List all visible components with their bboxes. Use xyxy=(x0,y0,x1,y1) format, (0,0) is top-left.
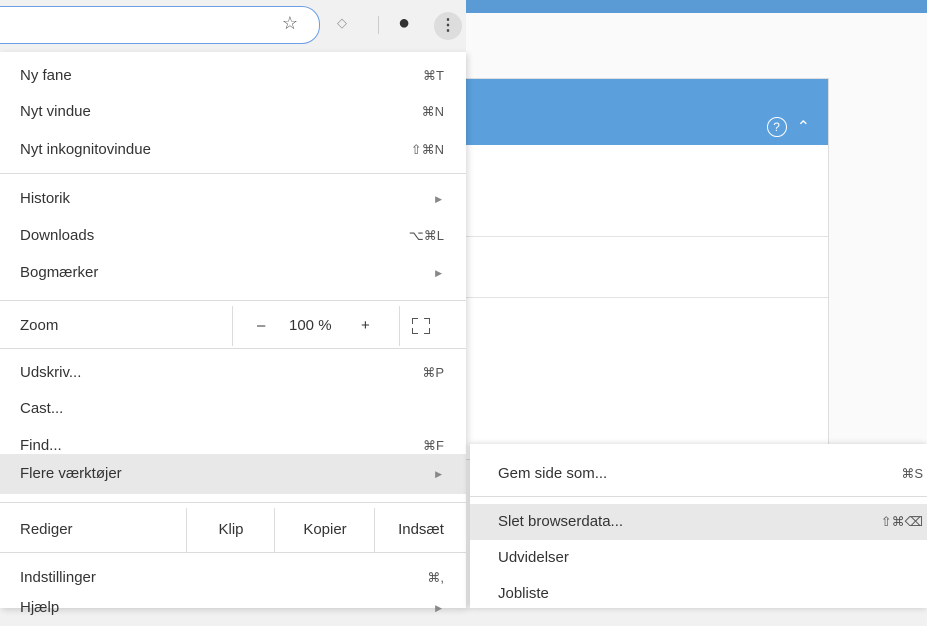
menu-divider xyxy=(0,300,466,301)
menu-item-new-window[interactable]: Nyt vindue ⌘N xyxy=(0,94,466,130)
submenu-item-extensions[interactable]: Udvidelser xyxy=(470,540,927,576)
menu-item-label: Bogmærker xyxy=(20,264,99,281)
zoom-level: 100 % xyxy=(289,317,332,334)
menu-item-label: Downloads xyxy=(20,227,95,244)
menu-item-print[interactable]: Udskriv... ⌘P xyxy=(0,355,466,391)
address-bar[interactable] xyxy=(0,6,320,44)
menu-item-shortcut: ⌘N xyxy=(421,104,444,119)
help-icon[interactable]: ? xyxy=(766,117,787,137)
chrome-menu-icon[interactable]: ⋮ xyxy=(434,12,462,40)
menu-item-label: Nyt vindue xyxy=(20,103,91,120)
menu-item-label: Hjælp xyxy=(20,599,60,616)
zoom-in-button[interactable]: + xyxy=(361,306,370,346)
menu-item-new-tab[interactable]: Ny fane ⌘T xyxy=(0,58,466,94)
browser-toolbar: ☆ ◇ ● ⋮ xyxy=(0,0,466,52)
menu-item-shortcut: ⌥⌘L xyxy=(408,228,444,243)
menu-item-shortcut: ⇧⌘N xyxy=(410,142,444,157)
menu-divider xyxy=(0,348,466,349)
panel-header: ? ⌃ xyxy=(466,79,828,145)
menu-item-label: Flere værktøjer xyxy=(20,465,122,482)
fullscreen-icon[interactable] xyxy=(412,318,430,334)
page-top-bar xyxy=(466,0,927,13)
extension-icon[interactable]: ◇ xyxy=(330,12,354,34)
zoom-out-button[interactable]: – xyxy=(257,306,265,346)
page-panel: ? ⌃ xyxy=(466,78,829,460)
menu-item-more-tools[interactable]: Flere værktøjer ▶ xyxy=(0,454,466,494)
submenu-arrow-icon: ▶ xyxy=(435,469,442,479)
edit-label: Rediger xyxy=(20,521,73,538)
submenu-item-task-manager[interactable]: Jobliste xyxy=(470,576,927,612)
menu-item-help[interactable]: Hjælp ▶ xyxy=(0,590,466,626)
cut-button[interactable]: Klip xyxy=(186,508,275,552)
chrome-menu: Ny fane ⌘T Nyt vindue ⌘N Nyt inkognitovi… xyxy=(0,52,466,616)
submenu-item-clear-browsing-data[interactable]: Slet browserdata... ⇧⌘⌫ xyxy=(470,504,927,540)
zoom-controls: – 100 % + xyxy=(232,306,400,346)
bookmark-star-icon[interactable]: ☆ xyxy=(278,12,302,34)
menu-item-shortcut: ⌘P xyxy=(422,365,444,380)
submenu-item-label: Jobliste xyxy=(498,585,549,602)
menu-item-cast[interactable]: Cast... xyxy=(0,391,466,427)
submenu-arrow-icon: ▶ xyxy=(435,194,442,204)
menu-divider xyxy=(0,502,466,503)
menu-item-new-incognito[interactable]: Nyt inkognitovindue ⇧⌘N xyxy=(0,132,466,168)
menu-item-history[interactable]: Historik ▶ xyxy=(0,181,466,217)
menu-divider xyxy=(0,552,466,553)
zoom-row: Zoom – 100 % + xyxy=(0,306,466,346)
menu-item-label: Ny fane xyxy=(20,67,72,84)
collapse-icon[interactable]: ⌃ xyxy=(797,117,810,137)
submenu-arrow-icon: ▶ xyxy=(435,603,442,613)
menu-divider xyxy=(0,173,466,174)
submenu-arrow-icon: ▶ xyxy=(435,268,442,278)
submenu-item-label: Udvidelser xyxy=(498,549,569,566)
menu-item-label: Nyt inkognitovindue xyxy=(20,141,151,158)
submenu-item-label: Slet browserdata... xyxy=(498,513,624,530)
toolbar-separator xyxy=(378,16,379,34)
zoom-label: Zoom xyxy=(20,317,59,334)
paste-button[interactable]: Indsæt xyxy=(374,508,467,552)
submenu-item-shortcut: ⌘S xyxy=(901,466,923,481)
submenu-item-shortcut: ⇧⌘⌫ xyxy=(880,514,923,529)
menu-item-downloads[interactable]: Downloads ⌥⌘L xyxy=(0,218,466,254)
panel-row xyxy=(466,297,828,298)
menu-item-label: Cast... xyxy=(20,400,64,417)
profile-icon[interactable]: ● xyxy=(392,12,416,34)
submenu-divider xyxy=(470,496,927,497)
menu-item-shortcut: ⌘T xyxy=(423,68,444,83)
menu-item-label: Historik xyxy=(20,190,71,207)
menu-item-label: Udskriv... xyxy=(20,364,82,381)
submenu-item-save-page[interactable]: Gem side som... ⌘S xyxy=(470,456,927,492)
more-tools-submenu: Gem side som... ⌘S Slet browserdata... ⇧… xyxy=(470,444,927,608)
menu-item-bookmarks[interactable]: Bogmærker ▶ xyxy=(0,255,466,291)
panel-row xyxy=(466,236,828,237)
edit-row: Rediger Klip Kopier Indsæt xyxy=(0,508,466,552)
submenu-item-label: Gem side som... xyxy=(498,465,608,482)
copy-button[interactable]: Kopier xyxy=(274,508,375,552)
